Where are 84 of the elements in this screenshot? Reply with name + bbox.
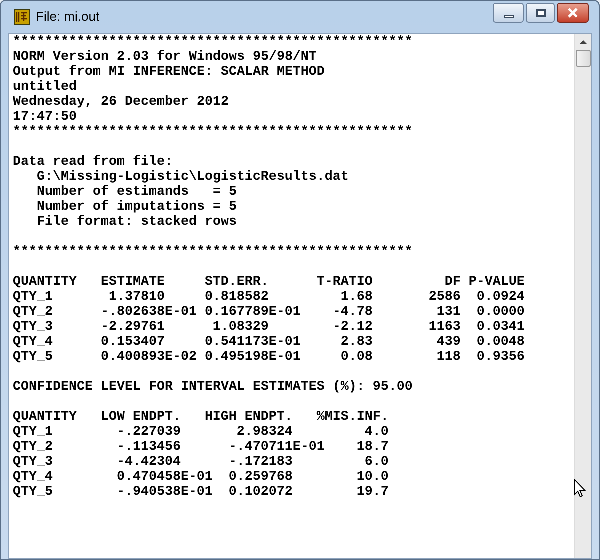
column-header: STD.ERR. [204, 275, 269, 290]
table-cell-text: -.227039 [116, 425, 181, 440]
maximize-button[interactable] [526, 3, 555, 23]
window-title: File: mi.out [36, 8, 100, 26]
scroll-up-icon[interactable] [578, 39, 588, 45]
column-header: DF [444, 275, 461, 290]
table-cell-text: 0.470458E-01 [116, 470, 213, 485]
close-icon [567, 8, 579, 18]
table-cell: -2.29761 [100, 320, 165, 335]
scroll-thumb[interactable] [576, 50, 590, 67]
column-header: T-RATIO [316, 275, 373, 290]
table-cell-text: 2.98324 [236, 425, 293, 440]
mouse-pointer-icon [574, 479, 586, 498]
table-cell: 0.495198E-01 [204, 350, 301, 365]
table-cell: 118 [436, 350, 461, 365]
table-cell: QTY_2 [13, 305, 53, 320]
output-line: 17:47:50 [13, 110, 77, 125]
table-cell: 0.153407 [100, 335, 165, 350]
table-cell-text: -.470711E-01 [228, 440, 325, 455]
table-cell: 0.400893E-02 [100, 350, 197, 365]
output-line: File format: stacked rows [36, 215, 237, 230]
table-cell: 0.9356 [476, 350, 525, 365]
table-cell: 1163 [428, 320, 461, 335]
table-cell: 1.68 [340, 290, 373, 305]
output-line: untitled [13, 80, 77, 95]
table-cell: 0.0341 [476, 320, 525, 335]
table-cell: QTY_3 [13, 455, 53, 470]
table-cell: 0.0000 [476, 305, 525, 320]
table-cell: 0.167789E-01 [204, 305, 301, 320]
output-line: ************************************************** [13, 35, 413, 50]
table-cell: 2.83 [340, 335, 373, 350]
column-header: LOW ENDPT. [100, 410, 181, 425]
table-cell: 0.541173E-01 [204, 335, 301, 350]
table-cell: QTY_2 [13, 440, 53, 455]
column-header: QUANTITY [13, 275, 77, 290]
table-cell: 0.0924 [476, 290, 525, 305]
table-cell: -4.78 [332, 305, 373, 320]
output-line: Number of estimands = 5 [36, 185, 237, 200]
scrollbar[interactable] [574, 34, 591, 558]
table-cell: 6.0 [364, 455, 389, 470]
table-cell: 4.0 [364, 425, 389, 440]
table-cell: QTY_3 [13, 320, 53, 335]
table-cell-text: -.940538E-01 [116, 485, 213, 500]
table-cell: QTY_5 [13, 485, 53, 500]
output-line: ************************************************** [13, 245, 413, 260]
column-header: ESTIMATE [100, 275, 165, 290]
table-cell: 0.08 [340, 350, 373, 365]
table-cell: 19.7 [356, 485, 389, 500]
table-cell: -2.12 [332, 320, 373, 335]
table-cell: 0.818582 [204, 290, 269, 305]
column-header: P-VALUE [468, 275, 525, 290]
output-line: Number of imputations = 5 [36, 200, 237, 215]
output-line: G:\Missing-Logistic\LogisticResults.dat [36, 170, 349, 185]
table-cell: QTY_1 [13, 425, 53, 440]
column-header: %MIS.INF. [316, 410, 389, 425]
table-cell: 439 [436, 335, 461, 350]
table-cell: 18.7 [356, 440, 389, 455]
table-cell: QTY_1 [13, 290, 53, 305]
output-line: Data read from file: [13, 155, 173, 170]
table-cell-text: -.113456 [116, 440, 181, 455]
table-cell-text: -4.42304 [116, 455, 181, 470]
close-button[interactable] [557, 3, 589, 23]
table-cell: 2586 [428, 290, 461, 305]
output-line: Wednesday, 26 December 2012 [13, 95, 229, 110]
table-cell-text: 1.37810 [108, 290, 165, 305]
table-cell: QTY_4 [13, 470, 53, 485]
table-cell: 10.0 [356, 470, 389, 485]
table-cell: QTY_5 [13, 350, 53, 365]
table-cell: QTY_4 [13, 335, 53, 350]
table-cell-text: -.172183 [228, 455, 293, 470]
table-cell: 131 [436, 305, 461, 320]
app-icon [14, 9, 30, 25]
table-cell-text: 1.08329 [212, 320, 269, 335]
table-cell: -.802638E-01 [100, 305, 197, 320]
minimize-icon [504, 14, 514, 18]
table-cell: 0.0048 [476, 335, 525, 350]
output-line: ************************************************** [13, 125, 413, 140]
column-header: HIGH ENDPT. [204, 410, 293, 425]
minimize-button[interactable] [493, 3, 524, 23]
column-header: QUANTITY [13, 410, 77, 425]
output-line: NORM Version 2.03 for Windows 95/98/NT [13, 50, 317, 65]
maximize-icon [536, 9, 546, 17]
output-line: Output from MI INFERENCE: SCALAR METHOD [13, 65, 325, 80]
output-line: CONFIDENCE LEVEL FOR INTERVAL ESTIMATES (%): 95.00 [13, 380, 413, 395]
